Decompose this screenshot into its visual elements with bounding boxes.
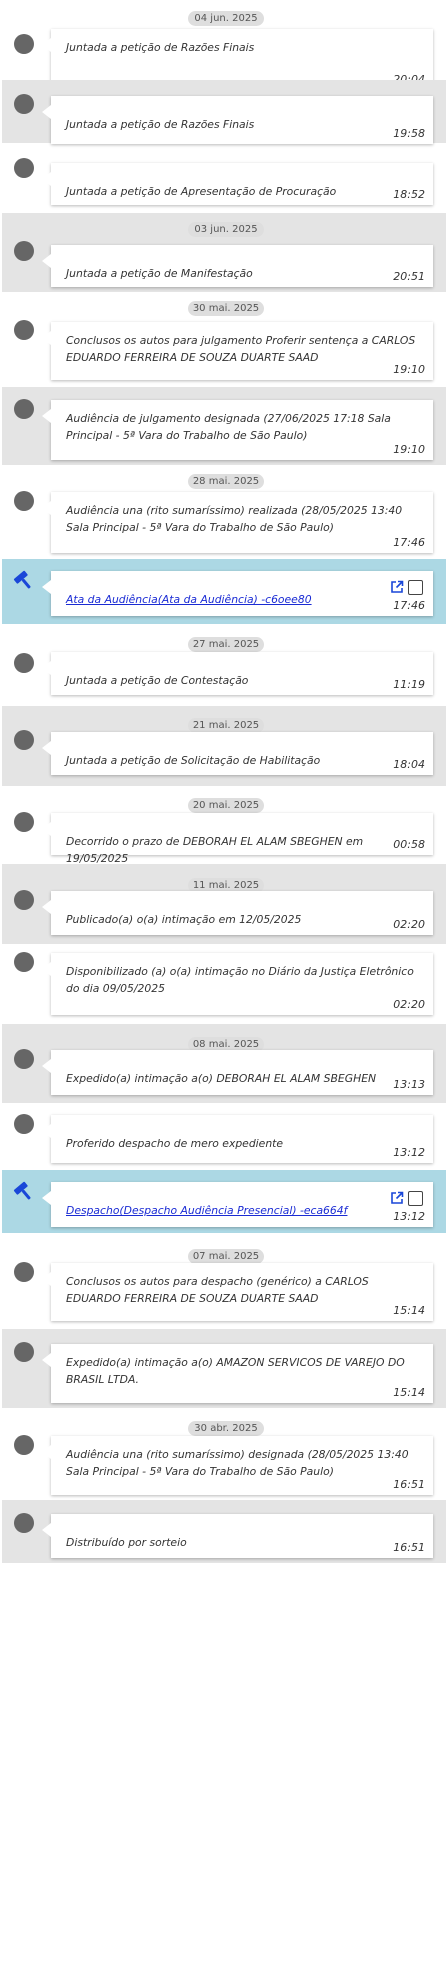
timeline-dot (14, 94, 34, 114)
event-time: 15:14 (393, 1386, 425, 1399)
event-text: Juntada a petição de Solicitação de Habi… (66, 754, 321, 767)
event-card: Audiência una (rito sumaríssimo) realiza… (42, 492, 433, 553)
event-text: Decorrido o prazo de DEBORAH EL ALAM SBE… (66, 835, 364, 865)
event-time: 20:51 (393, 270, 425, 283)
timeline-dot (14, 653, 34, 673)
timeline-dot (14, 491, 34, 511)
date-pill: 27 mai. 2025 (188, 637, 264, 652)
event-card: Juntada a petição de Razões Finais 19:58 (42, 96, 433, 144)
event-card: Conclusos os autos para despacho (genéri… (42, 1263, 433, 1321)
select-document-checkbox[interactable] (408, 1191, 423, 1206)
open-in-new-window-icon[interactable] (390, 1190, 404, 1204)
event-card: Juntada a petição de Apresentação de Pro… (42, 163, 433, 205)
event-text: Audiência de julgamento designada (27/06… (66, 412, 391, 442)
event-time: 11:19 (393, 678, 425, 691)
event-text: Audiência una (rito sumaríssimo) realiza… (66, 504, 403, 534)
date-pill: 30 mai. 2025 (188, 301, 264, 316)
event-card: Audiência una (rito sumaríssimo) designa… (42, 1436, 433, 1495)
event-time: 17:46 (393, 599, 425, 612)
date-pill: 03 jun. 2025 (188, 222, 264, 237)
event-time: 18:04 (393, 758, 425, 771)
timeline-dot (14, 34, 34, 54)
event-card: Juntada a petição de Manifestação 20:51 (42, 245, 433, 287)
gavel-icon (12, 1180, 36, 1204)
open-in-new-window-icon[interactable] (390, 579, 404, 593)
document-link[interactable]: Despacho(Despacho Audiência Presencial) … (66, 1202, 418, 1219)
event-text: Disponibilizado (a) o(a) intimação no Di… (66, 965, 414, 995)
event-time: 16:51 (393, 1541, 425, 1554)
timeline-dot (14, 890, 34, 910)
event-card: Publicado(a) o(a) intimação em 12/05/202… (42, 891, 433, 935)
timeline-dot (14, 1114, 34, 1134)
date-pill: 30 abr. 2025 (188, 1421, 264, 1436)
timeline-dot (14, 952, 34, 972)
timeline-dot (14, 320, 34, 340)
event-time: 02:20 (393, 918, 425, 931)
event-text: Expedido(a) intimação a(o) DEBORAH EL AL… (66, 1072, 377, 1085)
timeline-dot (14, 158, 34, 178)
document-card[interactable]: Ata da Audiência(Ata da Audiência) -c6oe… (42, 571, 433, 616)
event-text: Juntada a petição de Apresentação de Pro… (66, 185, 337, 198)
timeline-dot (14, 730, 34, 750)
event-card: Decorrido o prazo de DEBORAH EL ALAM SBE… (42, 813, 433, 865)
date-pill: 07 mai. 2025 (188, 1249, 264, 1264)
event-time: 02:20 (393, 998, 425, 1011)
event-time: 00:58 (393, 838, 425, 851)
date-pill: 21 mai. 2025 (188, 718, 264, 733)
event-time: 19:10 (393, 443, 425, 456)
timeline-dot (14, 1262, 34, 1282)
timeline-dot (14, 1435, 34, 1455)
event-card: Distribuído por sorteio 16:51 (42, 1514, 433, 1558)
event-text: Audiência una (rito sumaríssimo) designa… (66, 1448, 409, 1478)
event-time: 13:12 (393, 1146, 425, 1159)
timeline-dot (14, 812, 34, 832)
timeline-dot (14, 1513, 34, 1533)
event-time: 13:13 (393, 1078, 425, 1091)
date-pill: 20 mai. 2025 (188, 798, 264, 813)
event-card: Juntada a petição de Solicitação de Habi… (42, 732, 433, 775)
timeline-dot (14, 1049, 34, 1069)
select-document-checkbox[interactable] (408, 580, 423, 595)
event-text: Juntada a petição de Manifestação (66, 267, 253, 280)
document-card[interactable]: Despacho(Despacho Audiência Presencial) … (42, 1182, 433, 1227)
event-card: Proferido despacho de mero expediente 13:… (42, 1115, 433, 1163)
date-pill: 04 jun. 2025 (188, 11, 264, 26)
event-text: Distribuído por sorteio (66, 1536, 187, 1549)
event-time: 18:52 (393, 188, 425, 201)
timeline-dot (14, 241, 34, 261)
event-time: 17:46 (393, 536, 425, 549)
event-time: 19:10 (393, 363, 425, 376)
event-time: 19:58 (393, 127, 425, 140)
event-card: Audiência de julgamento designada (27/06… (42, 400, 433, 460)
event-text: Juntada a petição de Razões Finais (66, 118, 255, 131)
date-pill: 28 mai. 2025 (188, 474, 264, 489)
timeline-dot (14, 399, 34, 419)
document-link[interactable]: Ata da Audiência(Ata da Audiência) -c6oe… (66, 591, 418, 608)
timeline: 04 jun. 2025 Juntada a petição de Razões … (0, 0, 448, 1963)
event-text: Juntada a petição de Contestação (66, 674, 249, 687)
event-text: Conclusos os autos para julgamento Profe… (66, 334, 416, 364)
event-card: Conclusos os autos para julgamento Profe… (42, 322, 433, 380)
event-card: Juntada a petição de Contestação 11:19 (42, 652, 433, 695)
event-time: 16:51 (393, 1478, 425, 1491)
event-text: Publicado(a) o(a) intimação em 12/05/202… (66, 913, 302, 926)
event-card: Expedido(a) intimação a(o) DEBORAH EL AL… (42, 1050, 433, 1095)
event-text: Proferido despacho de mero expediente (66, 1137, 284, 1150)
event-card: Disponibilizado (a) o(a) intimação no Di… (42, 953, 433, 1015)
event-card: Expedido(a) intimação a(o) AMAZON SERVIC… (42, 1344, 433, 1403)
event-text: Expedido(a) intimação a(o) AMAZON SERVIC… (66, 1356, 405, 1386)
event-text: Juntada a petição de Razões Finais (66, 41, 255, 54)
event-time: 15:14 (393, 1304, 425, 1317)
event-time: 13:12 (393, 1210, 425, 1223)
event-text: Conclusos os autos para despacho (genéri… (66, 1275, 369, 1305)
timeline-dot (14, 1342, 34, 1362)
gavel-icon (12, 569, 36, 593)
